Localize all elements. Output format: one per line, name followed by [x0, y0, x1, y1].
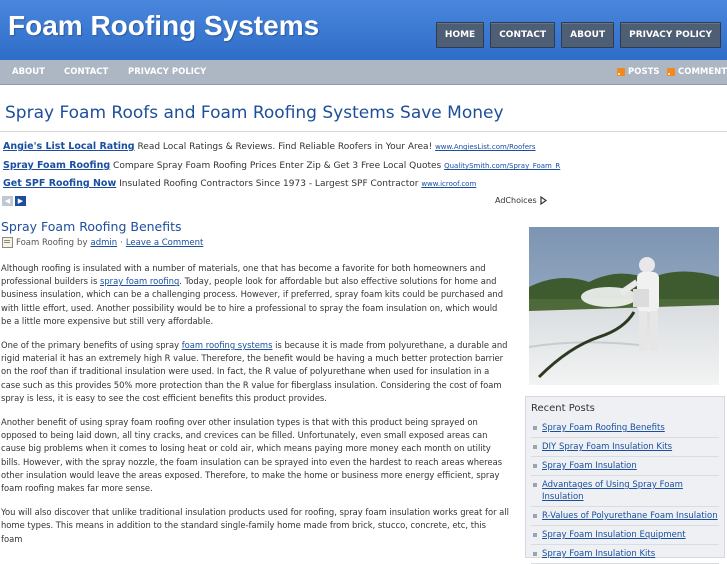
recent-posts-widget: Recent Posts Spray Foam Roofing Benefits… [525, 396, 725, 564]
comments-feed-label: COMMENTS [678, 67, 727, 77]
recent-posts-list: Spray Foam Roofing Benefits DIY Spray Fo… [531, 419, 719, 564]
page-heading: Spray Foam Roofs and Foam Roofing System… [5, 103, 504, 123]
nav-privacy-policy-button[interactable]: PRIVACY POLICY [620, 22, 721, 48]
post-paragraph: Another benefit of using spray foam roof… [1, 417, 503, 494]
meta-separator: · [120, 237, 123, 248]
post-by-label: by [77, 237, 88, 248]
foam-roofing-systems-link[interactable]: foam roofing systems [182, 340, 273, 350]
recent-post-item: R-Values of Polyurethane Foam Insulation [531, 507, 719, 526]
photo-illustration [529, 227, 719, 385]
rss-icon [617, 68, 625, 76]
ad-prev-button[interactable]: ◀ [2, 196, 13, 206]
rss-icon [667, 68, 675, 76]
nav-contact-button[interactable]: CONTACT [490, 22, 556, 48]
recent-post-item: Spray Foam Insulation Kits [531, 545, 719, 564]
recent-post-item: Spray Foam Roofing Benefits [531, 419, 719, 438]
recent-post-link[interactable]: Advantages of Using Spray Foam Insulatio… [542, 480, 683, 502]
recent-posts-title: Recent Posts [531, 403, 595, 414]
recent-post-link[interactable]: Spray Foam Roofing Benefits [542, 423, 665, 433]
adchoices-link[interactable]: AdChoices [495, 196, 548, 205]
post-paragraph: Although roofing is insulated with a num… [1, 262, 509, 328]
recent-post-link[interactable]: DIY Spray Foam Insulation Kits [542, 442, 672, 452]
post-category: Foam Roofing [16, 237, 75, 248]
nav-about-button[interactable]: ABOUT [561, 22, 615, 48]
ad-item: Spray Foam Roofing Compare Spray Foam Ro… [3, 160, 560, 171]
recent-post-link[interactable]: Spray Foam Insulation Kits [542, 549, 655, 559]
sub-nav: ABOUT CONTACT PRIVACY POLICY POSTS COMME… [0, 60, 727, 85]
recent-post-item: DIY Spray Foam Insulation Kits [531, 438, 719, 457]
ad-url-link[interactable]: QualitySmith.com/Spray_Foam_R [444, 162, 560, 170]
ad-item: Get SPF Roofing Now Insulated Roofing Co… [3, 178, 476, 189]
post-meta: Foam Roofing by admin · Leave a Comment [2, 237, 203, 248]
ad-url-link[interactable]: www.icroof.com [421, 180, 476, 188]
subnav-privacy-policy-link[interactable]: PRIVACY POLICY [128, 67, 206, 77]
recent-post-item: Advantages of Using Spray Foam Insulatio… [531, 476, 719, 507]
post-body: Although roofing is insulated with a num… [1, 262, 509, 557]
subnav-contact-link[interactable]: CONTACT [64, 67, 108, 77]
category-icon [2, 237, 13, 248]
ad-next-button[interactable]: ▶ [15, 196, 26, 206]
ad-pager: ◀ ▶ [2, 196, 26, 206]
recent-post-link[interactable]: Spray Foam Insulation Equipment [542, 530, 686, 540]
spray-foam-worker-photo [529, 227, 719, 385]
ad-text: Read Local Ratings & Reviews. Find Relia… [137, 142, 433, 152]
ad-text: Compare Spray Foam Roofing Prices Enter … [113, 161, 442, 171]
site-title[interactable]: Foam Roofing Systems [8, 10, 319, 42]
ad-title-link[interactable]: Angie's List Local Rating [3, 141, 135, 152]
post-paragraph: One of the primary benefits of using spr… [1, 339, 509, 405]
spray-foam-roofing-link[interactable]: spray foam roofing [100, 276, 179, 286]
site-header: Foam Roofing Systems HOME CONTACT ABOUT … [0, 0, 727, 60]
ad-url-link[interactable]: www.AngiesList.com/Roofers [435, 143, 536, 151]
recent-post-link[interactable]: Spray Foam Insulation [542, 461, 637, 471]
ad-title-link[interactable]: Get SPF Roofing Now [3, 178, 116, 189]
ad-title-link[interactable]: Spray Foam Roofing [3, 160, 110, 171]
posts-feed-link[interactable]: POSTS [617, 67, 660, 77]
post-paragraph: You will also discover that unlike tradi… [1, 507, 509, 544]
recent-post-item: Spray Foam Insulation [531, 457, 719, 476]
posts-feed-label: POSTS [628, 67, 660, 77]
nav-home-button[interactable]: HOME [435, 22, 485, 48]
divider [0, 131, 727, 132]
adchoices-icon [540, 196, 547, 205]
post-author-link[interactable]: admin [90, 238, 117, 248]
top-nav: HOME CONTACT ABOUT PRIVACY POLICY [435, 22, 721, 48]
ad-item: Angie's List Local Rating Read Local Rat… [3, 141, 536, 152]
paragraph-text: One of the primary benefits of using spr… [1, 340, 182, 351]
subnav-about-link[interactable]: ABOUT [12, 67, 45, 77]
comments-feed-link[interactable]: COMMENTS [667, 67, 727, 77]
post-title-link[interactable]: Spray Foam Roofing Benefits [1, 219, 182, 234]
leave-comment-link[interactable]: Leave a Comment [126, 238, 204, 248]
adchoices-label: AdChoices [495, 196, 537, 205]
ad-text: Insulated Roofing Contractors Since 1973… [119, 179, 419, 189]
recent-post-item: Spray Foam Insulation Equipment [531, 526, 719, 545]
recent-post-link[interactable]: R-Values of Polyurethane Foam Insulation [542, 511, 718, 521]
